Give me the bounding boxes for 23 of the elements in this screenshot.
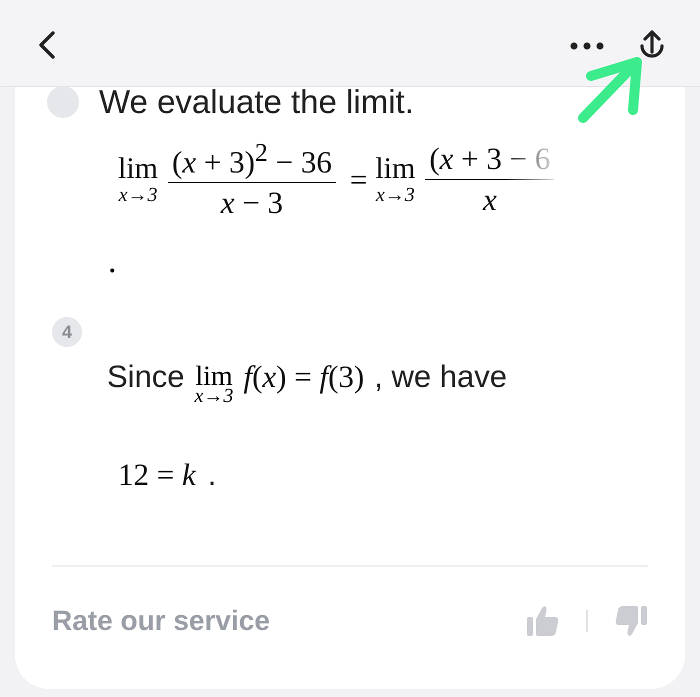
thumbs-up-button[interactable] bbox=[526, 605, 560, 638]
back-icon bbox=[38, 30, 56, 60]
rate-label: Rate our service bbox=[52, 605, 270, 638]
step-text: Since bbox=[107, 359, 185, 396]
limit-operator: lim x→3 bbox=[118, 154, 158, 206]
limit-operator: lim x→3 bbox=[375, 154, 416, 206]
period: . bbox=[208, 457, 216, 494]
back-button[interactable] bbox=[38, 30, 56, 60]
fraction: (x + 3)$^{2}$ − 36 x − 3 bbox=[168, 138, 336, 222]
period: . bbox=[108, 245, 118, 280]
step-text: , we have bbox=[374, 359, 507, 396]
thumbs-down-button[interactable] bbox=[614, 605, 648, 638]
step-badge: 4 bbox=[52, 317, 82, 348]
limit-operator: lim x→3 bbox=[194, 360, 234, 408]
math-expression: f(x) = f(3) bbox=[243, 359, 364, 396]
more-button[interactable] bbox=[570, 42, 604, 50]
more-icon bbox=[570, 42, 604, 50]
fraction: (x + 3 − 6 x bbox=[425, 141, 554, 218]
thumbs-down-icon bbox=[614, 605, 648, 638]
thumbs-up-icon bbox=[526, 605, 560, 638]
math-expression: 12 = k bbox=[118, 457, 196, 494]
step-text: We evaluate the limit. bbox=[99, 83, 414, 121]
equals-sign: = bbox=[350, 162, 368, 198]
